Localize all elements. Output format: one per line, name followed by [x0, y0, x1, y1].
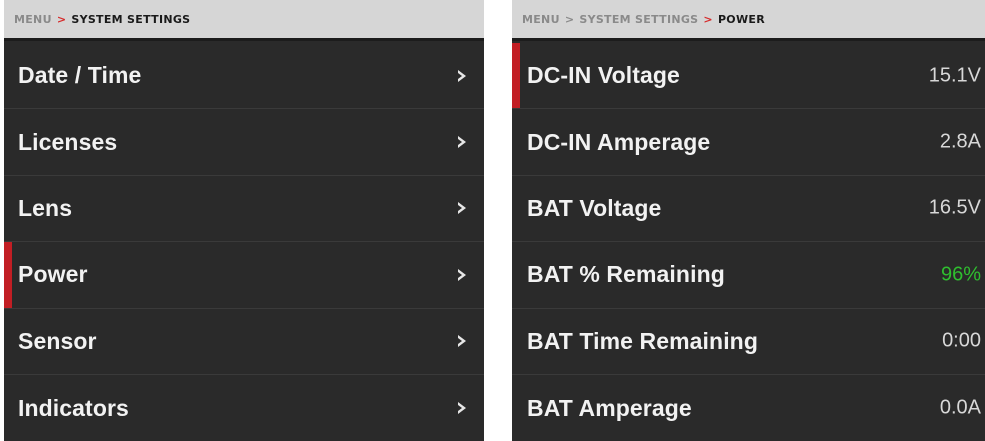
power-info-list: DC-IN Voltage 15.1V DC-IN Amperage 2.8A …: [512, 43, 985, 441]
breadcrumb-menu[interactable]: MENU: [522, 13, 560, 26]
info-row-label: DC-IN Voltage: [527, 62, 680, 89]
info-row-bat-percent-remaining[interactable]: BAT % Remaining 96%: [512, 242, 985, 309]
info-row-value: 0.0A: [939, 396, 981, 419]
menu-item-label: Lens: [18, 194, 73, 221]
info-row-bat-voltage[interactable]: BAT Voltage 16.5V: [512, 176, 985, 243]
chevron-right-icon: [458, 69, 466, 82]
chevron-right-icon: [458, 202, 466, 215]
menu-item-sensor[interactable]: Sensor: [4, 309, 484, 375]
power-panel: MENU > SYSTEM SETTINGS > POWER DC-IN Vol…: [512, 0, 985, 441]
menu-item-date-time[interactable]: Date / Time: [4, 43, 484, 110]
info-row-bat-amperage[interactable]: BAT Amperage 0.0A: [512, 375, 985, 441]
info-row-bat-time-remaining[interactable]: BAT Time Remaining 0:00: [512, 309, 985, 375]
info-row-dc-in-voltage[interactable]: DC-IN Voltage 15.1V: [512, 43, 985, 110]
info-row-value: 0:00: [942, 329, 981, 352]
breadcrumb-separator: >: [564, 12, 575, 26]
info-row-value: 15.1V: [928, 64, 981, 87]
info-row-dc-in-amperage[interactable]: DC-IN Amperage 2.8A: [512, 109, 985, 176]
menu-item-label: Date / Time: [18, 62, 142, 89]
info-row-label: BAT Amperage: [527, 394, 692, 421]
breadcrumb-current: SYSTEM SETTINGS: [71, 12, 191, 26]
selection-indicator: [4, 242, 12, 308]
breadcrumb-separator: >: [56, 12, 67, 26]
breadcrumb-system-settings[interactable]: SYSTEM SETTINGS: [579, 13, 698, 26]
info-row-value: 96%: [940, 263, 981, 286]
info-row-label: BAT Time Remaining: [527, 327, 758, 354]
breadcrumb-separator: >: [703, 12, 713, 26]
info-row-value: 16.5V: [928, 196, 981, 219]
menu-item-power[interactable]: Power: [4, 242, 484, 309]
menu-item-licenses[interactable]: Licenses: [4, 109, 484, 176]
info-row-label: BAT % Remaining: [527, 261, 725, 288]
menu-list: Date / Time Licenses Lens Power Sensor I…: [4, 43, 484, 441]
menu-item-label: Sensor: [18, 327, 97, 354]
selection-indicator: [512, 43, 520, 109]
breadcrumb: MENU > SYSTEM SETTINGS > POWER: [512, 0, 985, 41]
info-row-label: DC-IN Amperage: [527, 128, 711, 155]
menu-item-label: Power: [18, 261, 88, 288]
info-row-label: BAT Voltage: [527, 194, 662, 221]
chevron-right-icon: [458, 136, 466, 149]
menu-item-lens[interactable]: Lens: [4, 176, 484, 243]
menu-item-label: Indicators: [18, 394, 129, 421]
info-row-value: 2.8A: [939, 130, 981, 153]
chevron-right-icon: [458, 335, 466, 348]
breadcrumb-current: POWER: [717, 12, 765, 26]
breadcrumb-menu[interactable]: MENU: [14, 13, 52, 26]
chevron-right-icon: [458, 268, 466, 281]
menu-item-indicators[interactable]: Indicators: [4, 375, 484, 441]
breadcrumb: MENU > SYSTEM SETTINGS: [4, 0, 484, 41]
menu-item-label: Licenses: [18, 128, 118, 155]
chevron-right-icon: [458, 402, 466, 415]
system-settings-panel: MENU > SYSTEM SETTINGS Date / Time Licen…: [4, 0, 484, 441]
